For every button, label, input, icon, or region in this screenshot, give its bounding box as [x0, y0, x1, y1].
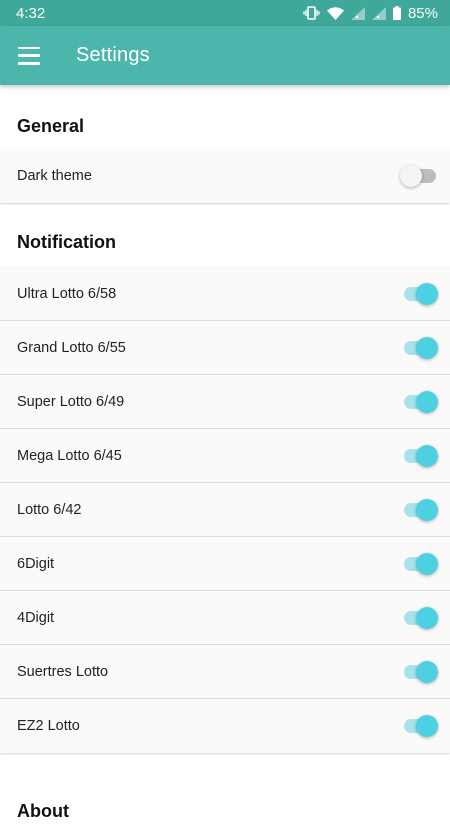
setting-row-6digit[interactable]: 6Digit	[0, 537, 450, 591]
switch-thumb	[416, 552, 438, 575]
setting-row-mega-lotto-6-45[interactable]: Mega Lotto 6/45	[0, 429, 450, 483]
switch-thumb	[416, 715, 438, 737]
toggle-switch-grand-lotto-6-55[interactable]	[402, 336, 438, 360]
app-bar: Settings	[0, 26, 450, 85]
switch-thumb	[416, 660, 438, 683]
battery-icon	[392, 6, 401, 20]
battery-percent: 85%	[407, 4, 438, 22]
status-time: 4:32	[16, 4, 46, 22]
page-title: Settings	[76, 44, 150, 66]
status-bar: 4:32 85%	[0, 0, 450, 26]
setting-label: Dark theme	[17, 168, 92, 184]
setting-row-grand-lotto-6-55[interactable]: Grand Lotto 6/55	[0, 321, 450, 375]
toggle-switch-suertres-lotto[interactable]	[402, 660, 438, 684]
general-list: Dark theme	[0, 149, 450, 203]
switch-thumb	[416, 336, 438, 359]
switch-thumb	[400, 165, 422, 187]
setting-row-4digit[interactable]: 4Digit	[0, 591, 450, 645]
section-title-about: About	[17, 800, 69, 821]
section-title-general: General	[17, 115, 85, 136]
setting-label: Mega Lotto 6/45	[17, 447, 122, 464]
setting-row-super-lotto-6-49[interactable]: Super Lotto 6/49	[0, 375, 450, 429]
signal-icon-2	[371, 6, 386, 20]
vibrate-icon	[303, 6, 320, 20]
toggle-switch-4digit[interactable]	[402, 606, 438, 630]
switch-thumb	[416, 498, 438, 521]
toggle-switch-mega-lotto-6-45[interactable]	[402, 444, 438, 468]
setting-label: 4Digit	[17, 609, 55, 626]
setting-label: Ultra Lotto 6/58	[17, 285, 117, 302]
status-icons: 85%	[303, 5, 438, 22]
setting-label: Grand Lotto 6/55	[17, 339, 126, 356]
toggle-switch-ez2-lotto[interactable]	[402, 714, 438, 738]
setting-row-dark-theme[interactable]: Dark theme	[0, 149, 450, 203]
toggle-switch-ultra-lotto-6-58[interactable]	[402, 282, 438, 306]
toggle-switch-dark-theme[interactable]	[400, 164, 438, 188]
notification-list: Ultra Lotto 6/58 Grand Lotto 6/55 Super …	[0, 267, 450, 753]
setting-label: Lotto 6/42	[17, 501, 82, 518]
section-title-notification: Notification	[17, 231, 116, 252]
settings-content: General Dark theme Notification Ultra Lo…	[0, 85, 450, 829]
setting-row-lotto-6-42[interactable]: Lotto 6/42	[0, 483, 450, 537]
switch-thumb	[416, 606, 438, 629]
setting-label: Suertres Lotto	[17, 663, 109, 680]
hamburger-menu-icon[interactable]	[18, 46, 40, 65]
switch-thumb	[416, 444, 438, 467]
switch-thumb	[416, 282, 438, 305]
setting-label: 6Digit	[17, 555, 55, 572]
setting-label: EZ2 Lotto	[17, 718, 80, 734]
setting-row-ultra-lotto-6-58[interactable]: Ultra Lotto 6/58	[0, 267, 450, 321]
setting-row-ez2-lotto[interactable]: EZ2 Lotto	[0, 699, 450, 753]
setting-row-suertres-lotto[interactable]: Suertres Lotto	[0, 645, 450, 699]
toggle-switch-lotto-6-42[interactable]	[402, 498, 438, 522]
switch-thumb	[416, 390, 438, 413]
toggle-switch-super-lotto-6-49[interactable]	[402, 390, 438, 414]
toggle-switch-6digit[interactable]	[402, 552, 438, 576]
setting-label: Super Lotto 6/49	[17, 393, 125, 410]
wifi-icon	[326, 6, 344, 20]
signal-icon	[350, 6, 365, 20]
